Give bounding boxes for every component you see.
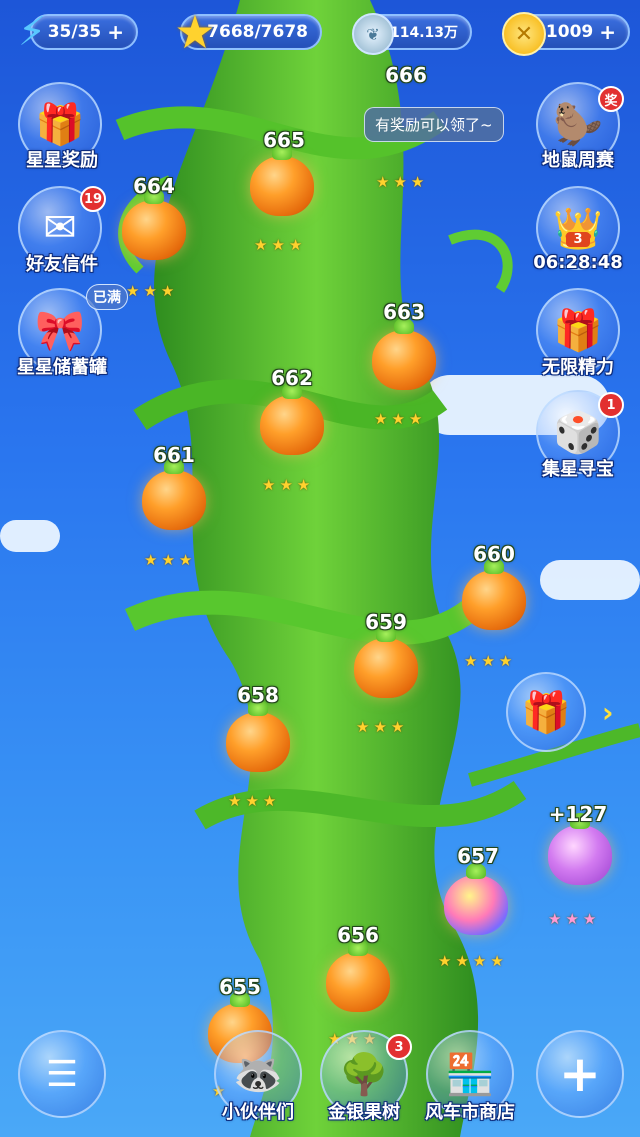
level-stars: ★★★ <box>228 792 281 810</box>
raccoon-icon: 🦝 <box>233 1051 283 1098</box>
level-fruit[interactable] <box>326 940 390 1012</box>
lightning-icon: ⚡ <box>17 9 47 55</box>
treasure-badge: 1 <box>598 392 624 418</box>
money-tree-label: 金银果树 <box>328 1102 400 1123</box>
gift-box-icon: 🎁 <box>521 689 571 736</box>
level-stars: ★★★ <box>374 410 427 428</box>
level-number: 655 <box>219 975 261 999</box>
menu-button[interactable]: ☰ <box>18 1030 106 1118</box>
bonus-label: +127 <box>548 802 608 826</box>
level-fruit[interactable] <box>142 458 206 530</box>
plus-icon: + <box>559 1045 601 1103</box>
level-fruit[interactable] <box>260 383 324 455</box>
piggy-bank-icon: 🎀 <box>35 307 85 354</box>
level-fruit[interactable] <box>226 700 290 772</box>
full-tag: 已满 <box>86 284 128 310</box>
level-number: 656 <box>337 923 379 947</box>
reward-tooltip: 有奖励可以领了~ <box>364 107 504 142</box>
star-value: 7668/7678 <box>207 22 308 42</box>
level-number: 660 <box>473 542 515 566</box>
star-icon: ★ <box>174 5 216 59</box>
mole-weekly-label: 地鼠周赛 <box>542 150 614 171</box>
gold-plus-button[interactable]: + <box>599 20 616 44</box>
event-timer: 06:28:48 <box>533 252 623 273</box>
level-number: 657 <box>457 844 499 868</box>
tree-icon: 🌳 <box>339 1051 389 1098</box>
bonus-stars: ★★★ <box>548 910 601 928</box>
mole-icon: 🦫 <box>553 101 603 148</box>
reward-tag: 奖 <box>598 86 624 112</box>
level-fruit[interactable] <box>444 863 508 935</box>
level-number: 662 <box>271 366 313 390</box>
add-button[interactable]: + <box>536 1030 624 1118</box>
envelope-icon: ✉ <box>43 205 77 251</box>
level-stars: ★★★ <box>126 282 179 300</box>
level-stars: ★★★ <box>356 718 409 736</box>
gold-value: 1009 <box>545 22 594 42</box>
level-stars: ★★★ <box>144 551 197 569</box>
shop-label: 风车市商店 <box>425 1102 515 1123</box>
star-reward-label: 星星奖励 <box>26 150 98 171</box>
level-number: 658 <box>237 683 279 707</box>
level-stars: ★★★★ <box>438 952 508 970</box>
level-number: 663 <box>383 300 425 324</box>
friend-mail-label: 好友信件 <box>26 254 98 275</box>
partners-label: 小伙伴们 <box>222 1102 294 1123</box>
list-menu-icon: ☰ <box>45 1053 79 1095</box>
shop-icon: 🏪 <box>445 1051 495 1098</box>
treasure-hunt-label: 集星寻宝 <box>542 459 614 480</box>
level-number: 664 <box>133 174 175 198</box>
trophy-level-badge: 3 <box>566 232 590 247</box>
gift-box-icon: 🎁 <box>35 101 85 148</box>
level-number: 659 <box>365 610 407 634</box>
level-stars: ★★★ <box>464 652 517 670</box>
silver-coin-icon: ❦ <box>352 13 394 55</box>
level-stars: ★★★ <box>376 173 429 191</box>
energy-gift-icon: 🎁 <box>553 307 603 354</box>
level-stars: ★★★ <box>254 236 307 254</box>
chevron-right-icon[interactable]: › <box>602 696 614 729</box>
mail-count-badge: 19 <box>80 186 106 212</box>
level-fruit[interactable] <box>462 558 526 630</box>
bonus-gift-button[interactable]: 🎁 <box>506 672 586 752</box>
level-fruit[interactable] <box>122 188 186 260</box>
tree-badge: 3 <box>386 1034 412 1060</box>
piggy-bank-label: 星星储蓄罐 <box>17 357 107 378</box>
treasure-dice-icon: 🎲 <box>553 409 603 456</box>
level-fruit[interactable] <box>354 626 418 698</box>
level-fruit[interactable] <box>250 144 314 216</box>
level-stars: ★★★ <box>262 476 315 494</box>
gold-coin-icon: ✕ <box>502 12 546 56</box>
level-number: 665 <box>263 128 305 152</box>
bonus-fruit[interactable] <box>548 813 612 885</box>
level-fruit[interactable] <box>372 318 436 390</box>
infinite-energy-label: 无限精力 <box>542 357 614 378</box>
level-number: 661 <box>153 443 195 467</box>
energy-value: 35/35 <box>47 22 102 42</box>
energy-plus-button[interactable]: + <box>107 20 124 44</box>
level-number: 666 <box>385 63 427 87</box>
